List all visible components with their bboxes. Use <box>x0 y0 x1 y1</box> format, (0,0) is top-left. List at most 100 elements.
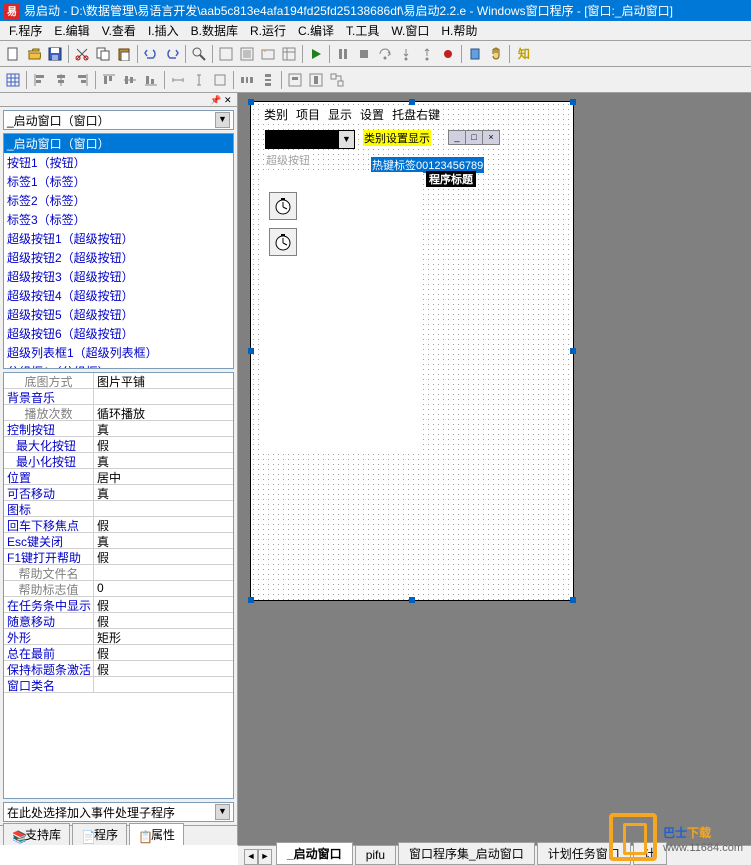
step-over-icon[interactable] <box>375 44 395 64</box>
form-tab[interactable]: 项目 <box>296 106 320 123</box>
property-row[interactable]: 总在最前假 <box>4 645 233 661</box>
list-item[interactable]: 分组框1（分组框） <box>4 362 233 369</box>
list-item[interactable]: 超级按钮4（超级按钮） <box>4 286 233 305</box>
object-selector[interactable]: _启动窗口（窗口） ▼ <box>3 110 234 130</box>
form-designer[interactable]: 类别 项目 显示 设置 托盘右键 ▼ 类别设置显示 _ □ × 超级按钮 热键标… <box>250 101 574 601</box>
resize-handle[interactable] <box>248 597 254 603</box>
same-height-icon[interactable] <box>189 70 209 90</box>
property-row[interactable]: 在任务条中显示假 <box>4 597 233 613</box>
list-item[interactable]: 标签3（标签） <box>4 210 233 229</box>
property-row[interactable]: 控制按钮真 <box>4 421 233 437</box>
new-icon[interactable] <box>3 44 23 64</box>
property-row[interactable]: 外形矩形 <box>4 629 233 645</box>
same-size-icon[interactable] <box>210 70 230 90</box>
list-item[interactable]: 超级按钮1（超级按钮） <box>4 229 233 248</box>
property-value[interactable]: 假 <box>94 437 233 452</box>
menu-compile[interactable]: C.编译 <box>293 22 339 39</box>
menu-window[interactable]: W.窗口 <box>386 22 434 39</box>
color-picker-widget[interactable]: ▼ <box>265 130 355 149</box>
property-row[interactable]: 保持标题条激活假 <box>4 661 233 677</box>
stop-icon[interactable] <box>354 44 374 64</box>
breakpoint-icon[interactable] <box>438 44 458 64</box>
property-row[interactable]: 帮助标志值0 <box>4 581 233 597</box>
center-form-v-icon[interactable] <box>306 70 326 90</box>
timer2-widget[interactable] <box>269 228 297 256</box>
save-icon[interactable] <box>45 44 65 64</box>
menu-file[interactable]: F.程序 <box>4 22 47 39</box>
tab-support-lib[interactable]: 📚支持库 <box>3 823 70 845</box>
dist-h-icon[interactable] <box>237 70 257 90</box>
align-middle-icon[interactable] <box>120 70 140 90</box>
tab-program[interactable]: 📄程序 <box>72 823 127 845</box>
property-value[interactable]: 假 <box>94 645 233 660</box>
tab-order-icon[interactable] <box>327 70 347 90</box>
find-icon[interactable] <box>189 44 209 64</box>
property-row[interactable]: F1键打开帮助假 <box>4 549 233 565</box>
resize-handle[interactable] <box>570 348 576 354</box>
run-icon[interactable] <box>306 44 326 64</box>
label-program-title[interactable]: 程序标题 <box>426 171 476 187</box>
align-center-h-icon[interactable] <box>51 70 71 90</box>
label-super-button[interactable]: 超级按钮 <box>265 152 311 168</box>
property-value[interactable]: 假 <box>94 549 233 564</box>
property-value[interactable]: 假 <box>94 661 233 676</box>
btn-b-icon[interactable] <box>237 44 257 64</box>
form-tab[interactable]: 托盘右键 <box>392 106 440 123</box>
property-row[interactable]: 窗口类名 <box>4 677 233 693</box>
cut-icon[interactable] <box>72 44 92 64</box>
dropdown-arrow-icon[interactable]: ▼ <box>339 131 354 148</box>
property-value[interactable]: 0 <box>94 581 233 596</box>
property-row[interactable]: 帮助文件名 <box>4 565 233 581</box>
property-row[interactable]: 随意移动假 <box>4 613 233 629</box>
property-value[interactable]: 假 <box>94 517 233 532</box>
doc-tab[interactable]: 窗口程序集_启动窗口 <box>398 842 535 865</box>
bookmark-icon[interactable] <box>465 44 485 64</box>
btn-a-icon[interactable] <box>216 44 236 64</box>
resize-handle[interactable] <box>570 597 576 603</box>
property-value[interactable] <box>94 565 233 580</box>
property-value[interactable]: 居中 <box>94 469 233 484</box>
close-panel-icon[interactable]: ✕ <box>224 95 234 105</box>
property-row[interactable]: 背景音乐 <box>4 389 233 405</box>
resize-handle[interactable] <box>248 348 254 354</box>
dropdown-arrow-icon[interactable]: ▼ <box>215 112 230 128</box>
property-value[interactable]: 真 <box>94 533 233 548</box>
form-tab[interactable]: 显示 <box>328 106 352 123</box>
list-item[interactable]: 标签1（标签） <box>4 172 233 191</box>
btn-d-icon[interactable] <box>279 44 299 64</box>
dropdown-arrow-icon[interactable]: ▼ <box>215 804 230 820</box>
align-bottom-icon[interactable] <box>141 70 161 90</box>
property-value[interactable] <box>94 389 233 404</box>
property-value[interactable] <box>94 677 233 692</box>
resize-handle[interactable] <box>570 99 576 105</box>
pause-icon[interactable] <box>333 44 353 64</box>
resize-handle[interactable] <box>248 99 254 105</box>
hand-icon[interactable] <box>486 44 506 64</box>
property-value[interactable]: 真 <box>94 485 233 500</box>
center-form-h-icon[interactable] <box>285 70 305 90</box>
property-row[interactable]: 底图方式图片平铺 <box>4 373 233 389</box>
menu-run[interactable]: R.运行 <box>245 22 291 39</box>
property-row[interactable]: 位置居中 <box>4 469 233 485</box>
btn-c-icon[interactable] <box>258 44 278 64</box>
dist-v-icon[interactable] <box>258 70 278 90</box>
resize-handle[interactable] <box>409 597 415 603</box>
property-grid[interactable]: 底图方式图片平铺背景音乐播放次数循环播放控制按钮真最大化按钮假最小化按钮真位置居… <box>3 372 234 799</box>
grid-icon[interactable] <box>3 70 23 90</box>
property-value[interactable]: 真 <box>94 421 233 436</box>
design-canvas-area[interactable]: 类别 项目 显示 设置 托盘右键 ▼ 类别设置显示 _ □ × 超级按钮 热键标… <box>238 93 751 845</box>
align-top-icon[interactable] <box>99 70 119 90</box>
form-tab[interactable]: 设置 <box>360 106 384 123</box>
property-row[interactable]: 可否移动真 <box>4 485 233 501</box>
tab-properties[interactable]: 📋属性 <box>129 823 184 845</box>
property-row[interactable]: 最大化按钮假 <box>4 437 233 453</box>
paste-icon[interactable] <box>114 44 134 64</box>
property-value[interactable]: 真 <box>94 453 233 468</box>
menu-edit[interactable]: E.编辑 <box>49 22 94 39</box>
list-item[interactable]: 标签2（标签） <box>4 191 233 210</box>
close-button[interactable]: × <box>482 130 500 145</box>
property-value[interactable]: 图片平铺 <box>94 373 233 388</box>
list-item[interactable]: 超级列表框1（超级列表框） <box>4 343 233 362</box>
copy-icon[interactable] <box>93 44 113 64</box>
menu-help[interactable]: H.帮助 <box>436 22 482 39</box>
